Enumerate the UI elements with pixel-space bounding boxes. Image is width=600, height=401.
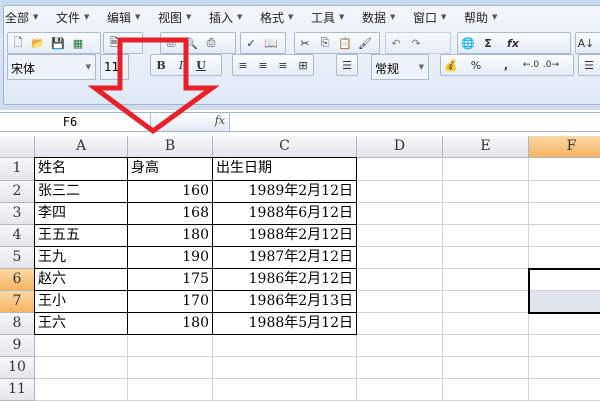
red-arrow-annotation — [87, 37, 220, 135]
arrow-shape — [87, 37, 220, 135]
